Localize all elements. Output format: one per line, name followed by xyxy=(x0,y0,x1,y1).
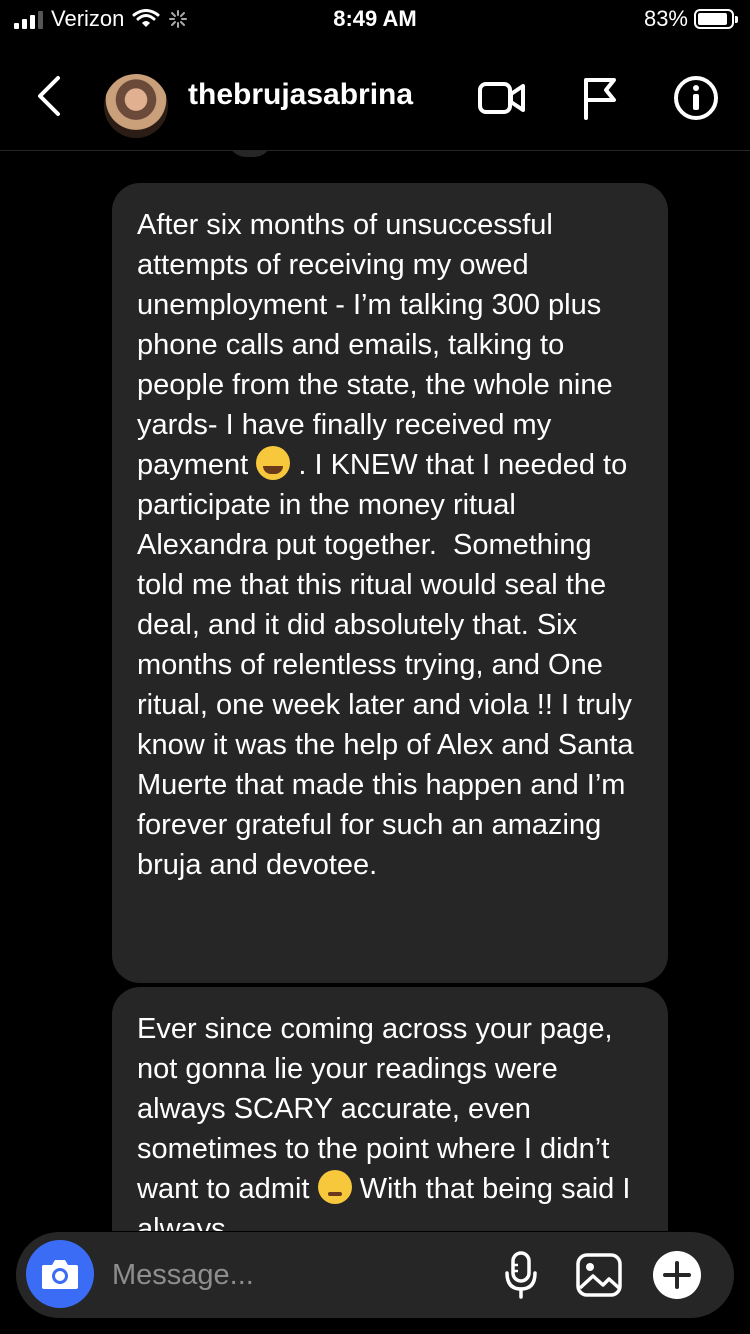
woozy-face-icon xyxy=(317,1170,352,1204)
battery-percent: 83% xyxy=(643,6,688,31)
camera-icon xyxy=(42,1260,78,1289)
status-right: 83% xyxy=(643,6,738,32)
gallery-button[interactable] xyxy=(572,1248,626,1302)
message-text-continued: . I KNEW that I needed to participate in… xyxy=(137,449,642,881)
message-text: After six months of unsuccessful attempt… xyxy=(137,209,621,481)
info-icon xyxy=(674,76,718,120)
image-gallery-icon xyxy=(576,1253,622,1297)
flag-icon xyxy=(584,78,616,120)
message-bubble[interactable]: Ever since coming across your page, not … xyxy=(112,987,668,1231)
video-call-button[interactable] xyxy=(476,72,528,124)
more-options-button[interactable] xyxy=(650,1248,704,1302)
previous-message-edge xyxy=(228,151,272,157)
back-chevron-icon[interactable] xyxy=(30,72,70,120)
message-composer xyxy=(16,1232,734,1318)
battery-icon xyxy=(694,9,738,29)
microphone-icon xyxy=(505,1251,537,1299)
username[interactable]: thebrujasabrina xyxy=(188,78,413,112)
plus-icon xyxy=(653,1251,701,1299)
info-button[interactable] xyxy=(670,72,722,124)
status-bar: Verizon 8:49 AM 83% xyxy=(0,0,750,40)
message-input[interactable] xyxy=(112,1256,472,1294)
report-button[interactable] xyxy=(574,72,626,124)
conversation-header: thebrujasabrina xyxy=(0,46,750,151)
message-bubble[interactable]: After six months of unsuccessful attempt… xyxy=(112,183,668,983)
voice-message-button[interactable] xyxy=(494,1248,548,1302)
status-time: 8:49 AM xyxy=(333,6,417,31)
loudly-crying-face-icon xyxy=(256,446,291,480)
avatar[interactable] xyxy=(104,74,168,138)
video-camera-icon xyxy=(478,82,525,114)
camera-button[interactable] xyxy=(26,1240,94,1308)
message-thread[interactable]: After six months of unsuccessful attempt… xyxy=(0,151,750,1231)
